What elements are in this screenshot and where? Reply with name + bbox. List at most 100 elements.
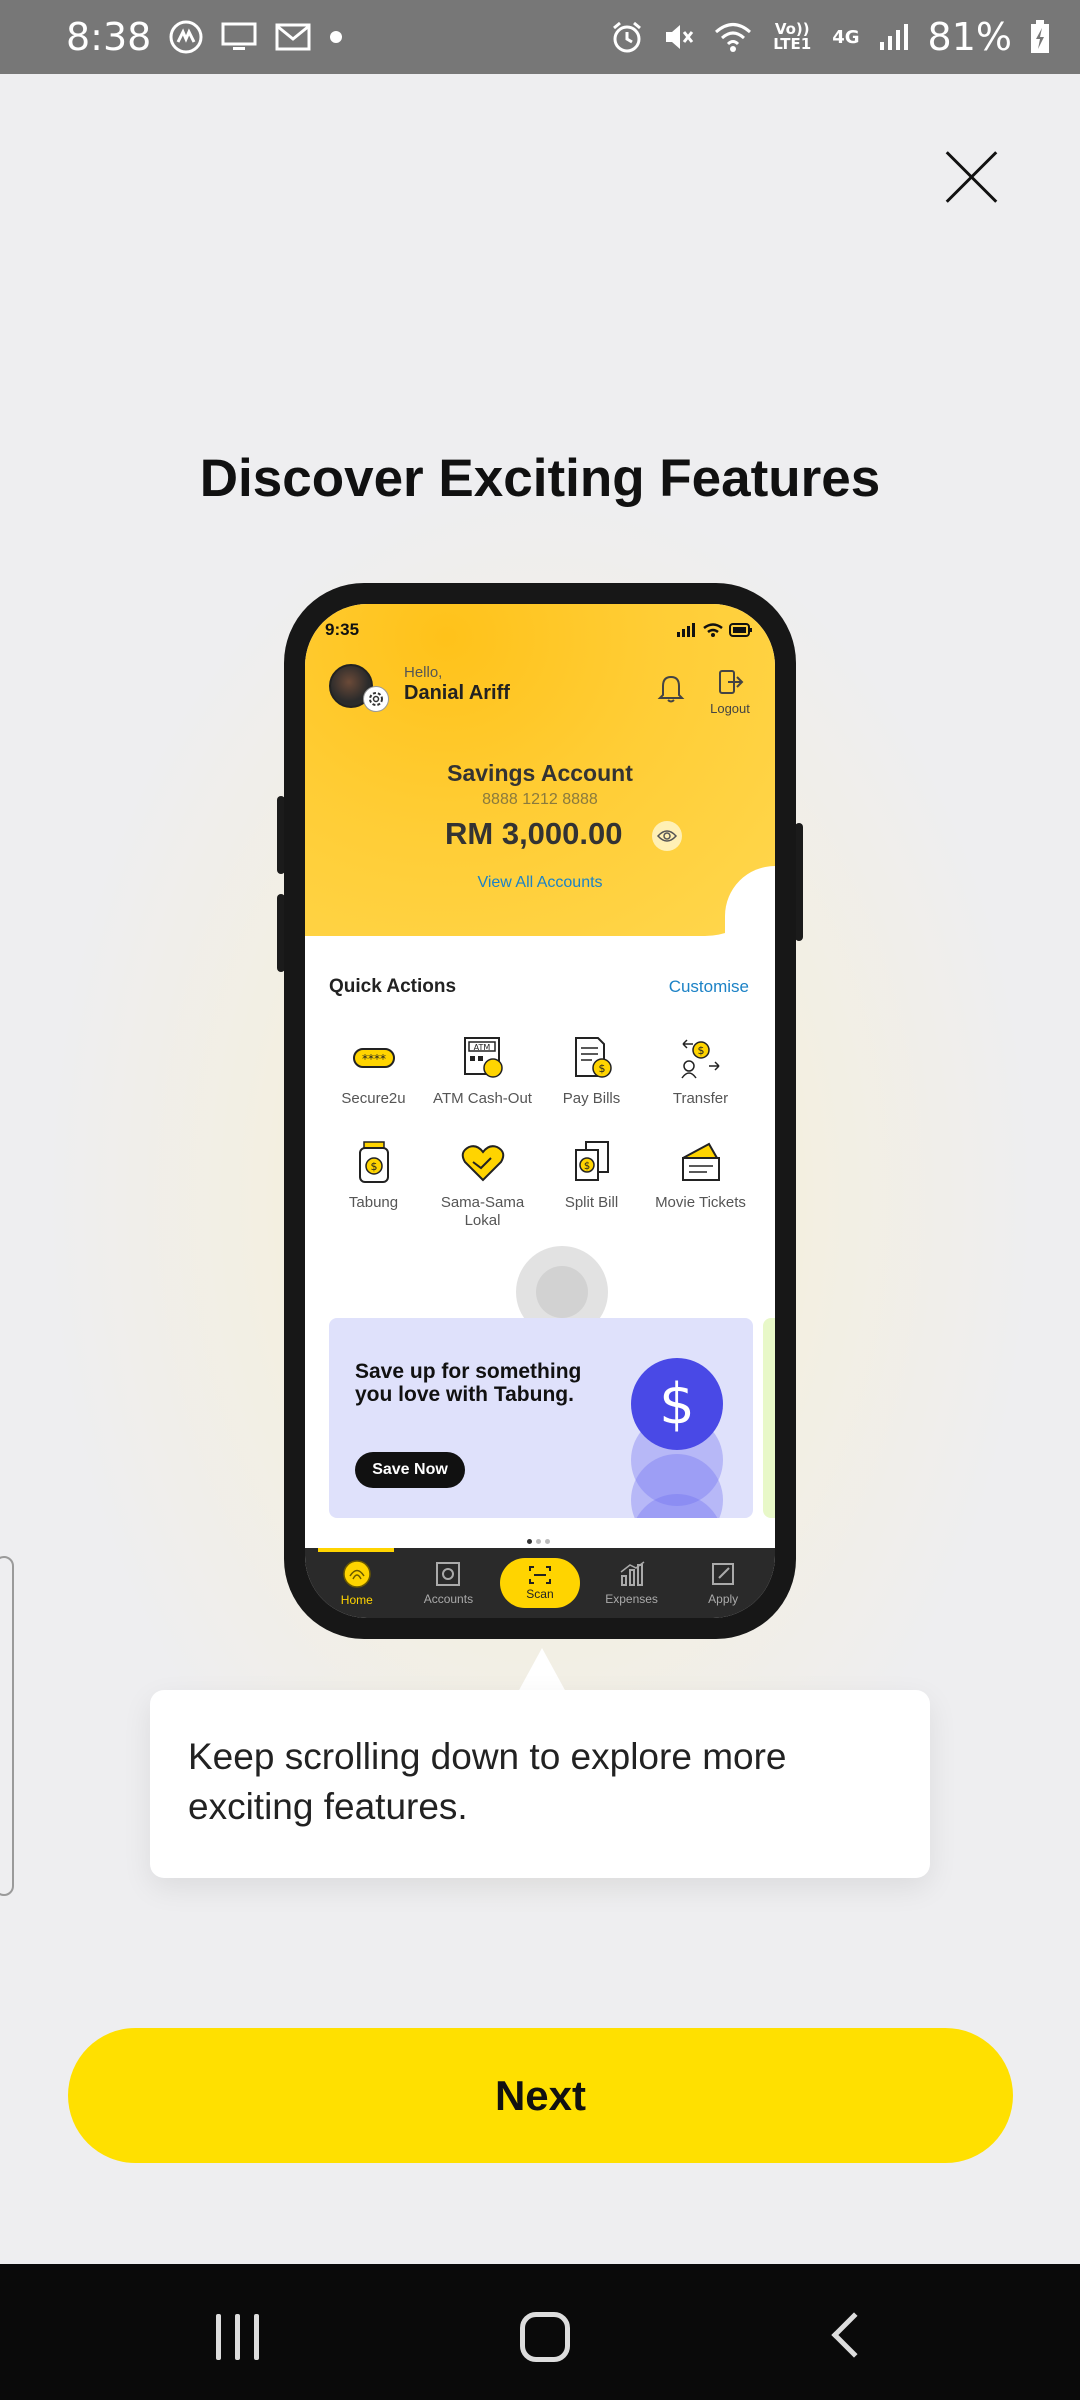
phone-screen: 9:35 Hello, Danial Ariff Logout Savings … bbox=[305, 604, 775, 1618]
tooltip: Keep scrolling down to explore more exci… bbox=[150, 1690, 930, 1878]
nav-label: Accounts bbox=[423, 1592, 474, 1606]
greeting: Hello, bbox=[404, 664, 443, 681]
user-name: Danial Ariff bbox=[404, 682, 510, 704]
battery-charging-icon bbox=[1030, 20, 1050, 54]
svg-text:ATM: ATM bbox=[473, 1043, 490, 1052]
notification-dot-icon bbox=[329, 30, 343, 44]
wifi-icon bbox=[714, 21, 752, 53]
phone-side-button bbox=[795, 823, 803, 941]
svg-text:$: $ bbox=[583, 1161, 589, 1172]
alarm-icon bbox=[610, 20, 644, 54]
page-title: Discover Exciting Features bbox=[199, 449, 881, 508]
close-button[interactable] bbox=[942, 148, 1000, 206]
nav-label: Home bbox=[340, 1593, 373, 1607]
phone-wifi-icon bbox=[703, 623, 723, 637]
atm-icon: ATM bbox=[461, 1034, 505, 1082]
view-all-accounts-link[interactable]: View All Accounts bbox=[305, 874, 775, 892]
nav-home[interactable]: Home bbox=[320, 1559, 394, 1607]
promo-card[interactable]: Save up for something you love with Tabu… bbox=[329, 1318, 753, 1518]
logout-label: Logout bbox=[710, 701, 750, 716]
edge-panel-handle[interactable] bbox=[0, 1556, 14, 1896]
svg-text:$: $ bbox=[598, 1062, 605, 1075]
customise-link[interactable]: Customise bbox=[669, 977, 749, 997]
quick-action-sama-sama-lokal[interactable]: Sama-Sama Lokal bbox=[428, 1138, 537, 1230]
quick-action-label: Transfer bbox=[672, 1090, 729, 1107]
carousel-dot bbox=[527, 1539, 532, 1544]
quick-action-transfer[interactable]: $ Transfer bbox=[646, 1034, 755, 1108]
expenses-icon bbox=[620, 1561, 645, 1586]
svg-text:$: $ bbox=[697, 1044, 704, 1057]
nav-apply[interactable]: Apply bbox=[686, 1560, 760, 1606]
phone-signal-icon bbox=[677, 623, 695, 637]
quick-actions-title: Quick Actions bbox=[329, 976, 457, 997]
nav-scan[interactable]: Scan bbox=[499, 1558, 580, 1608]
quick-action-pay-bills[interactable]: $ Pay Bills bbox=[537, 1034, 646, 1108]
quick-action-label: Split Bill bbox=[564, 1194, 619, 1211]
logout-button[interactable]: Logout bbox=[705, 668, 755, 716]
next-button[interactable]: Next bbox=[68, 2028, 1013, 2163]
nav-expenses[interactable]: Expenses bbox=[595, 1560, 669, 1606]
settings-gear-icon[interactable] bbox=[363, 686, 389, 712]
network-type-label: 4G bbox=[832, 26, 860, 48]
quick-action-atm-cash-out[interactable]: ATM ATM Cash-Out bbox=[428, 1034, 537, 1108]
scan-icon bbox=[528, 1566, 551, 1584]
signal-icon bbox=[878, 22, 910, 52]
next-promo-card[interactable] bbox=[763, 1318, 775, 1518]
screen-cast-icon bbox=[221, 21, 257, 53]
phone-time: 9:35 bbox=[325, 620, 360, 639]
system-nav-bar bbox=[0, 2264, 1080, 2400]
eye-icon[interactable] bbox=[652, 821, 682, 851]
account-number: 8888 1212 8888 bbox=[482, 791, 598, 808]
phone-battery-icon bbox=[729, 623, 752, 637]
quick-action-movie-tickets[interactable]: Movie Tickets bbox=[646, 1138, 755, 1230]
quick-actions-grid: **** Secure2u ATM ATM Cash-Out $ Pay Bil… bbox=[319, 1034, 755, 1230]
accounts-icon bbox=[436, 1562, 461, 1586]
messenger-icon bbox=[169, 20, 203, 54]
ticket-icon bbox=[679, 1138, 723, 1186]
quick-action-label: Secure2u bbox=[341, 1090, 406, 1107]
nav-accounts[interactable]: Accounts bbox=[411, 1560, 485, 1606]
scan-button[interactable]: Scan bbox=[499, 1558, 580, 1608]
status-bar: 8:38 Vo)) LTE1 4G 81% bbox=[0, 0, 1080, 74]
quick-action-label: Tabung bbox=[348, 1194, 399, 1211]
nav-label: Scan bbox=[526, 1587, 554, 1601]
account-name: Savings Account bbox=[447, 760, 633, 786]
battery-percent: 81% bbox=[927, 15, 1012, 59]
mute-icon bbox=[662, 20, 696, 54]
recent-apps-button[interactable] bbox=[216, 2314, 259, 2360]
carousel-dot bbox=[545, 1539, 550, 1544]
carousel-dot bbox=[536, 1539, 541, 1544]
bell-icon[interactable] bbox=[657, 672, 685, 709]
split-bill-icon: $ bbox=[570, 1138, 614, 1186]
promo-text: Save up for something you love with Tabu… bbox=[355, 1360, 582, 1406]
volte-label: Vo)) LTE1 bbox=[773, 20, 812, 53]
quick-action-tabung[interactable]: $ Tabung bbox=[319, 1138, 428, 1230]
carousel-dots bbox=[527, 1539, 550, 1544]
bill-icon: $ bbox=[570, 1034, 614, 1082]
account-balance: RM 3,000.00 bbox=[445, 816, 623, 851]
bottom-nav: Home Accounts Scan Expenses Apply bbox=[305, 1548, 775, 1618]
dollar-coin-icon: $ bbox=[631, 1358, 723, 1450]
back-button[interactable] bbox=[831, 2312, 877, 2358]
jar-icon: $ bbox=[352, 1138, 396, 1186]
status-time: 8:38 bbox=[66, 15, 152, 59]
tooltip-arrow bbox=[518, 1648, 566, 1692]
quick-action-secure2u[interactable]: **** Secure2u bbox=[319, 1034, 428, 1108]
phone-status-icons bbox=[677, 623, 753, 637]
quick-action-split-bill[interactable]: $ Split Bill bbox=[537, 1138, 646, 1230]
svg-text:$: $ bbox=[370, 1160, 377, 1173]
handshake-icon bbox=[461, 1138, 505, 1186]
svg-text:****: **** bbox=[362, 1052, 386, 1066]
nav-label: Expenses bbox=[605, 1592, 658, 1606]
card-pin-icon: **** bbox=[352, 1034, 396, 1082]
quick-action-label: Sama-Sama Lokal bbox=[440, 1194, 525, 1229]
logout-icon bbox=[719, 670, 744, 694]
nav-label: Apply bbox=[708, 1592, 739, 1606]
save-now-button[interactable]: Save Now bbox=[355, 1452, 465, 1488]
quick-action-label: Movie Tickets bbox=[655, 1194, 746, 1211]
home-button[interactable] bbox=[520, 2312, 570, 2362]
mail-icon bbox=[275, 23, 311, 51]
transfer-icon: $ bbox=[679, 1034, 723, 1082]
phone-mockup: 9:35 Hello, Danial Ariff Logout Savings … bbox=[284, 583, 796, 1639]
quick-action-label: Pay Bills bbox=[562, 1090, 621, 1107]
